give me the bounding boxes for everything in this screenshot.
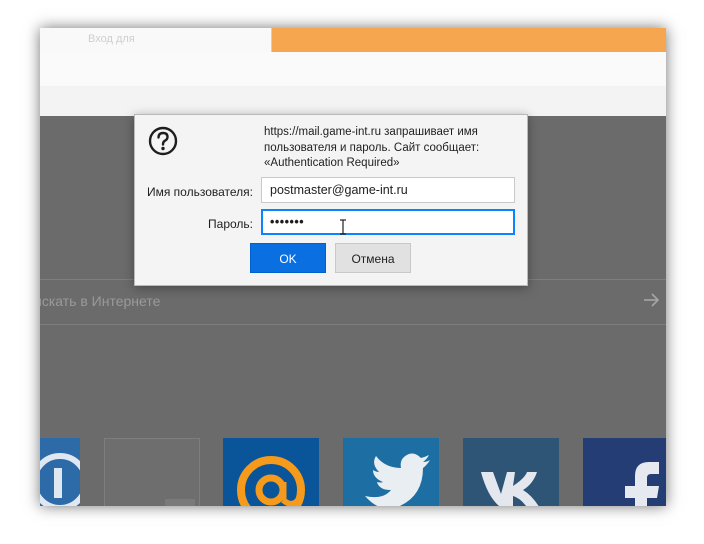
- username-label: Имя пользователя:: [146, 185, 253, 199]
- search-placeholder: искать в Интернете: [40, 293, 161, 309]
- mailru-at-icon: [237, 456, 305, 506]
- tab-strip-highlight: [272, 28, 666, 52]
- blank-tile-icon: [165, 499, 195, 506]
- tile-vk[interactable]: [463, 438, 559, 506]
- navigation-bar: [40, 52, 666, 87]
- tile-blank[interactable]: [104, 438, 200, 506]
- tab-active[interactable]: Вход для: [40, 28, 272, 52]
- tab-title: Вход для: [88, 33, 135, 45]
- tile-blue[interactable]: [40, 438, 80, 506]
- tab-bar: Вход для: [40, 28, 666, 52]
- facebook-logo-icon: [625, 462, 659, 506]
- text-cursor-icon: [340, 219, 346, 235]
- ok-button[interactable]: OK: [250, 243, 326, 273]
- tile-twitter[interactable]: [343, 438, 439, 506]
- blue-logo-icon: [40, 453, 80, 506]
- auth-message: https://mail.game-int.ru запрашивает имя…: [264, 126, 480, 169]
- password-label: Пароль:: [208, 217, 253, 231]
- question-mark-icon: [148, 126, 178, 156]
- twitter-bird-icon: [365, 453, 430, 506]
- auth-dialog: https://mail.game-int.ru запрашивает имя…: [134, 114, 528, 286]
- vk-logo-icon: [481, 472, 539, 506]
- tile-mailru[interactable]: [223, 438, 319, 506]
- password-field[interactable]: •••••••: [261, 209, 515, 235]
- cancel-button[interactable]: Отмена: [335, 243, 411, 273]
- bookmarks-toolbar: [40, 86, 666, 117]
- tile-facebook[interactable]: [583, 438, 666, 506]
- username-field[interactable]: postmaster@game-int.ru: [261, 177, 515, 203]
- arrow-right-icon[interactable]: [642, 290, 660, 310]
